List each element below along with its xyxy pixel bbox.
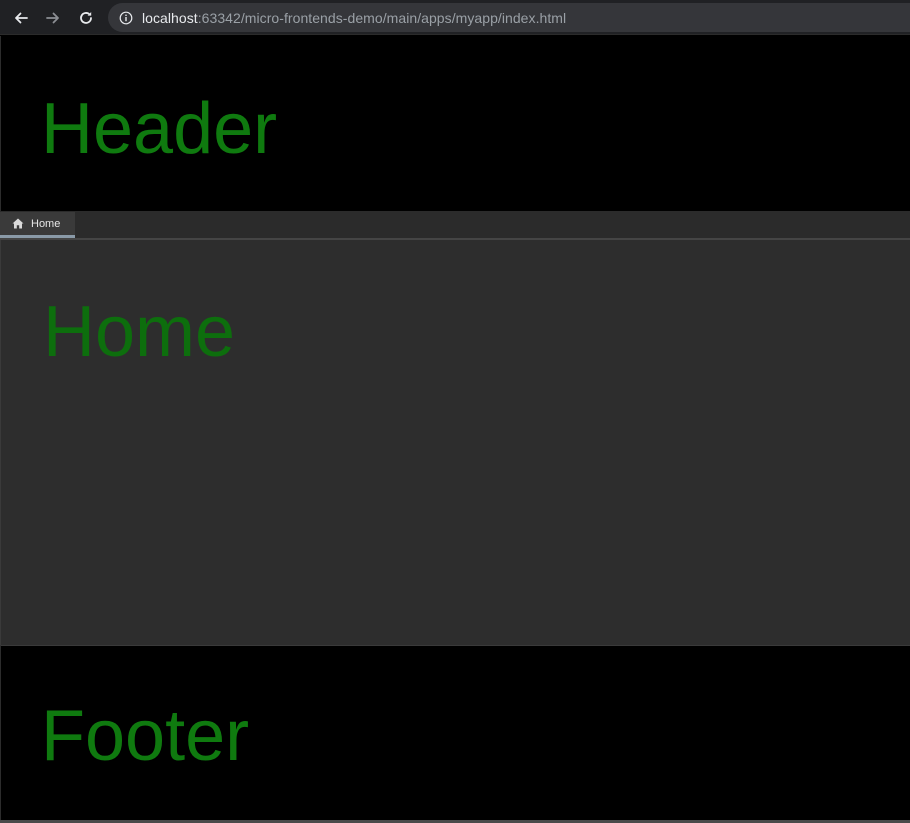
reload-icon	[80, 12, 92, 24]
url-path: :63342/micro-frontends-demo/main/apps/my…	[197, 9, 567, 26]
url-text: localhost:63342/micro-frontends-demo/mai…	[142, 10, 566, 26]
tab-bar: Home	[0, 211, 910, 240]
back-button[interactable]	[9, 6, 33, 30]
tab-home[interactable]: Home	[0, 212, 75, 238]
browser-toolbar: localhost:63342/micro-frontends-demo/mai…	[0, 0, 910, 35]
reload-button[interactable]	[74, 6, 98, 30]
forward-button[interactable]	[41, 6, 65, 30]
header-title: Header	[41, 89, 278, 169]
home-icon	[12, 218, 24, 229]
tab-home-label: Home	[31, 217, 61, 230]
footer-title: Footer	[41, 696, 250, 776]
url-host: localhost	[142, 9, 198, 26]
page-viewport: Header Home Home Footer	[0, 36, 910, 823]
address-bar[interactable]: localhost:63342/micro-frontends-demo/mai…	[108, 3, 910, 32]
arrow-right-icon	[46, 12, 59, 24]
header-region: Header	[0, 36, 910, 211]
content-title: Home	[43, 292, 236, 372]
footer-region: Footer	[0, 645, 910, 820]
content-region: Home	[0, 240, 910, 645]
arrow-left-icon	[15, 12, 28, 24]
info-icon[interactable]	[119, 11, 133, 25]
